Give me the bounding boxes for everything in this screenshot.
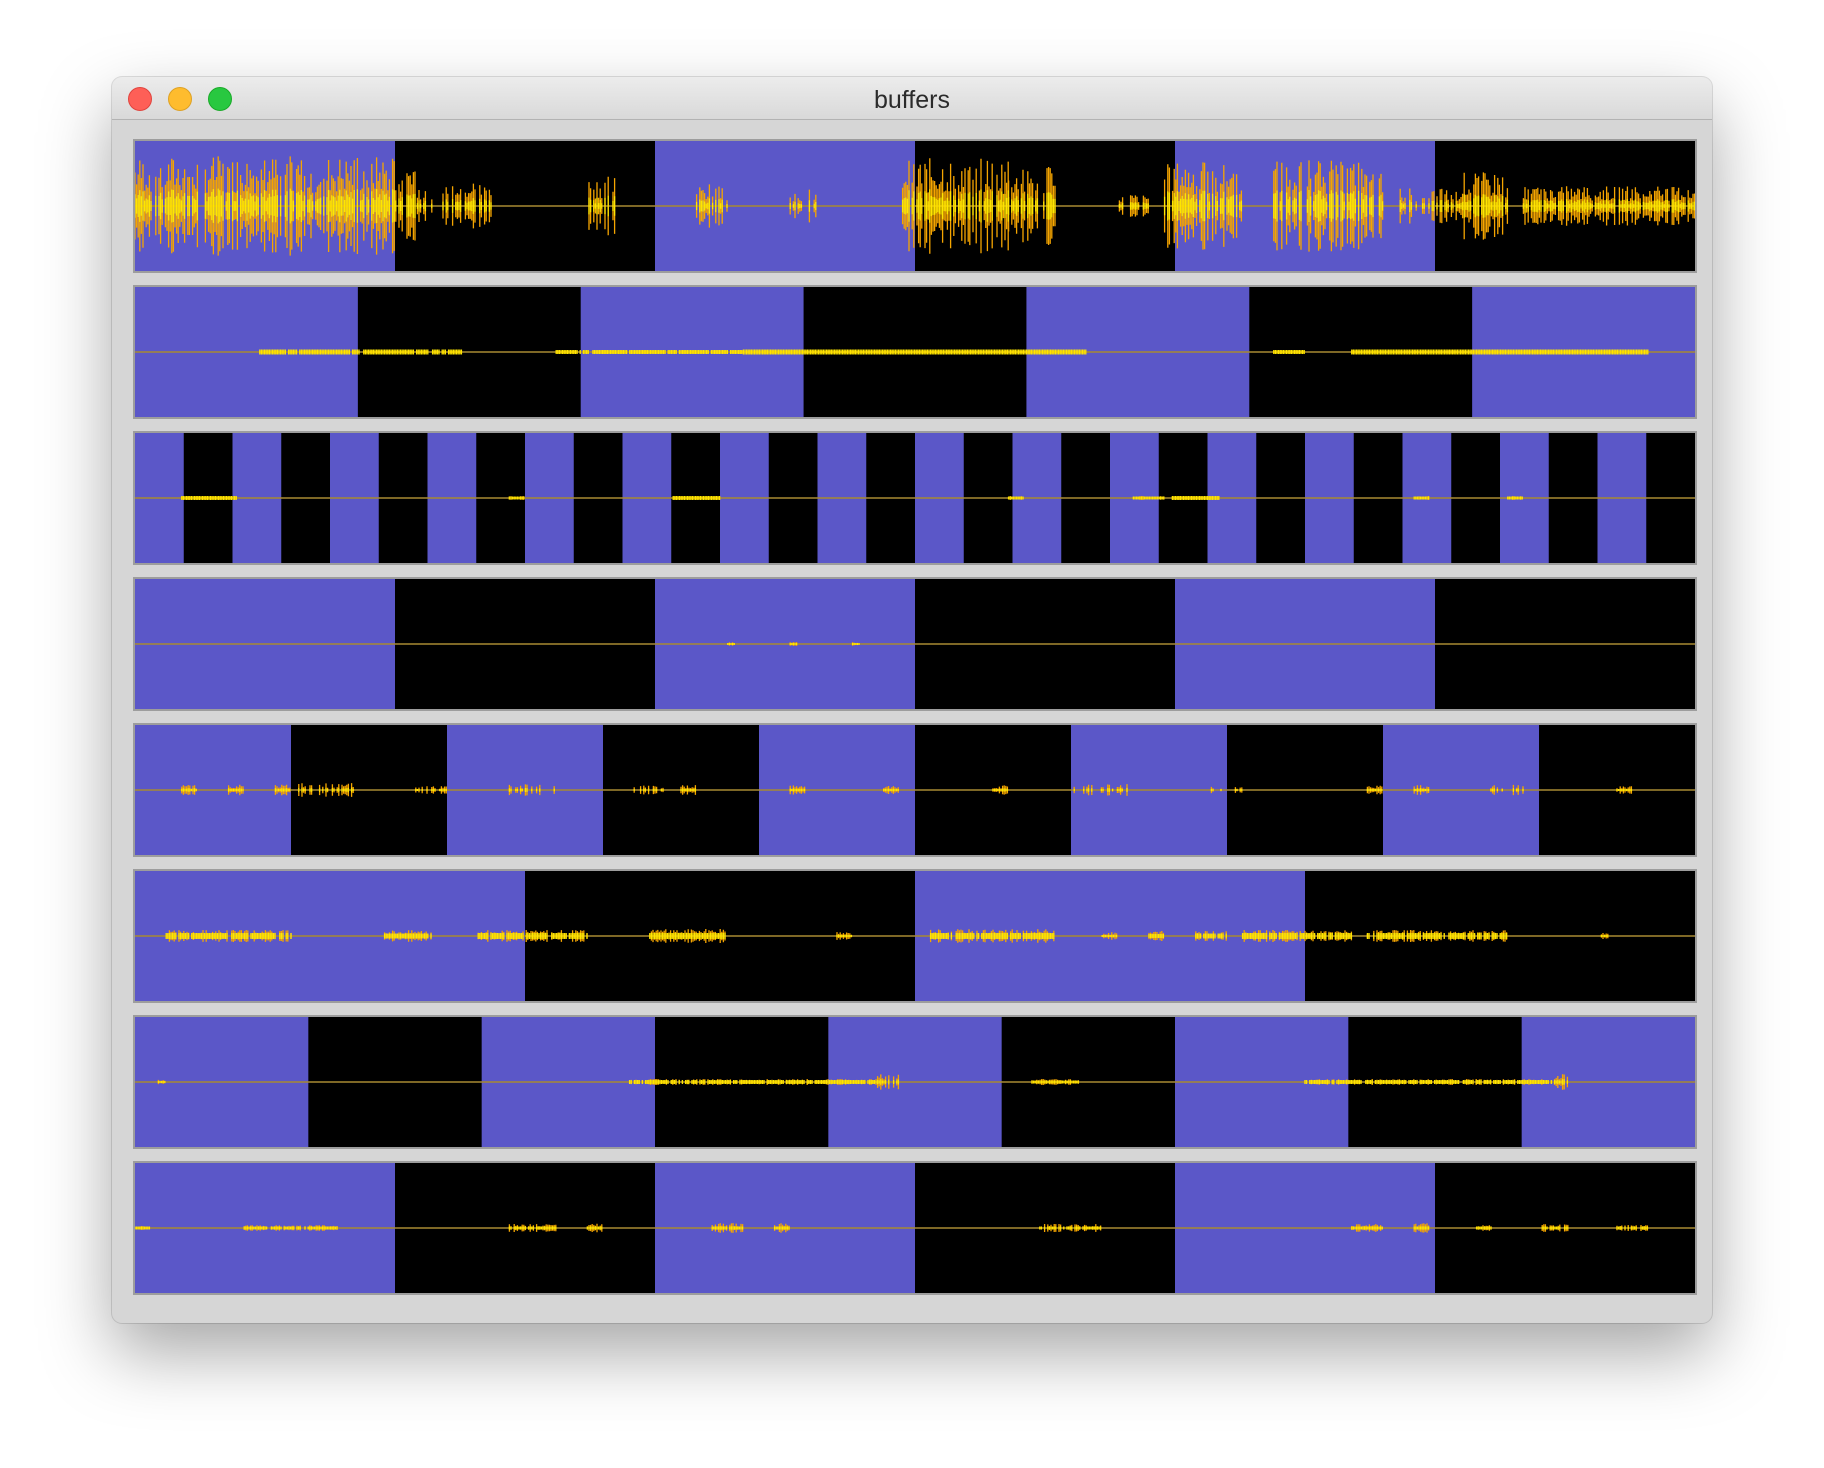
buffer-waveform-2 [135, 287, 1695, 417]
buffer-view-1[interactable] [133, 139, 1697, 273]
app-window: buffers [112, 77, 1712, 1323]
window-title: buffers [874, 86, 950, 114]
buffer-waveform-8 [135, 1163, 1695, 1293]
buffer-waveform-5 [135, 725, 1695, 855]
buffer-view-2[interactable] [133, 285, 1697, 419]
buffer-waveform-4 [135, 579, 1695, 709]
buffer-view-8[interactable] [133, 1161, 1697, 1295]
buffer-waveform-7 [135, 1017, 1695, 1147]
buffer-view-5[interactable] [133, 723, 1697, 857]
buffer-view-3[interactable] [133, 431, 1697, 565]
buffer-view-7[interactable] [133, 1015, 1697, 1149]
buffer-waveform-6 [135, 871, 1695, 1001]
buffer-waveform-1 [135, 141, 1695, 271]
buffer-view-6[interactable] [133, 869, 1697, 1003]
buffer-view-4[interactable] [133, 577, 1697, 711]
buffer-waveform-3 [135, 433, 1695, 563]
title-bar[interactable]: buffers [112, 77, 1712, 120]
